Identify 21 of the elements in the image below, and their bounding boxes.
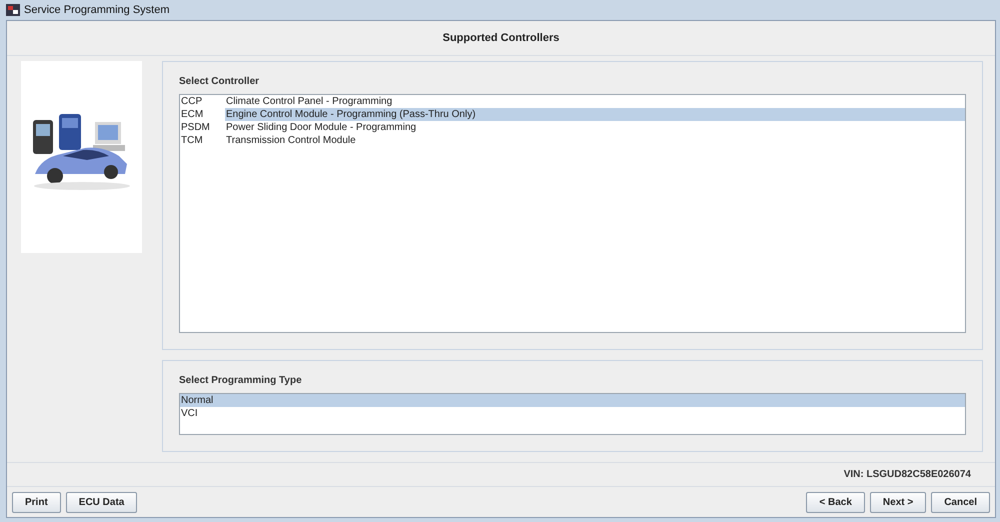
controller-item[interactable]: Transmission Control Module: [225, 134, 965, 147]
page-heading: Supported Controllers: [442, 32, 560, 44]
vin-text: VIN: LSGUD82C58E026074: [844, 469, 971, 480]
controller-code: ECM: [180, 109, 204, 120]
action-button[interactable]: ECU Data: [66, 492, 138, 513]
programming-type-item[interactable]: Normal: [180, 394, 965, 407]
controller-item[interactable]: Climate Control Panel - Programming: [225, 95, 965, 108]
controller-code: PSDM: [180, 122, 211, 133]
window-title: Service Programming System: [24, 4, 170, 16]
controller-code: TCM: [180, 135, 204, 146]
app-icon: [6, 4, 20, 16]
nav-button[interactable]: Cancel: [931, 492, 990, 513]
nav-button[interactable]: < Back: [806, 492, 865, 513]
controller-code: CCP: [180, 96, 204, 107]
controller-item[interactable]: Engine Control Module - Programming (Pass-Thru Only): [225, 108, 965, 121]
section-label: Select Controller: [179, 76, 260, 87]
nav-button[interactable]: Next >: [870, 492, 926, 513]
section-label: Select Programming Type: [179, 375, 303, 386]
controller-item[interactable]: Power Sliding Door Module - Programming: [225, 121, 965, 134]
programming-type-item[interactable]: VCI: [180, 407, 965, 420]
action-button[interactable]: Print: [12, 492, 61, 513]
